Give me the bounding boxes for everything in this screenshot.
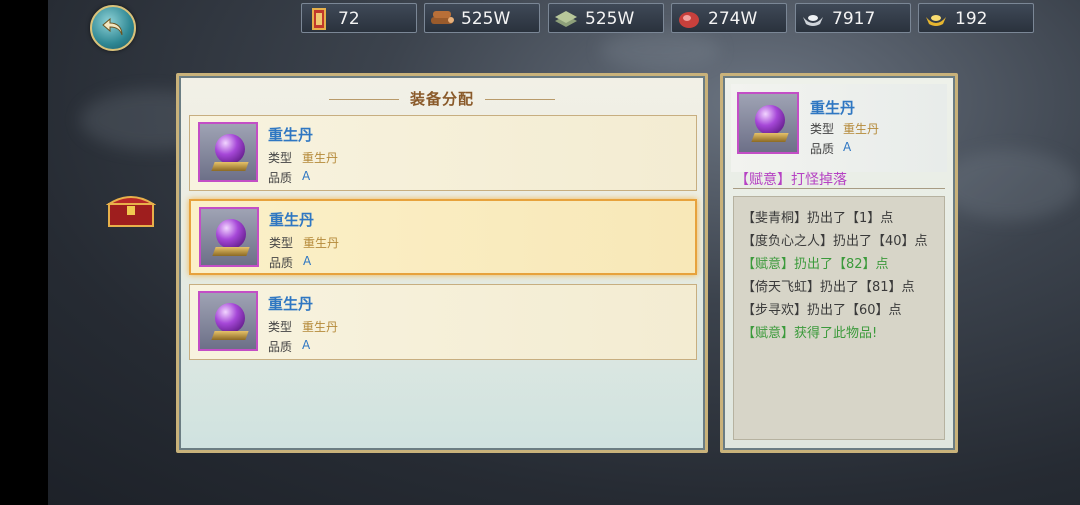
item-name: 重生丹 <box>268 126 314 144</box>
detail-item-name: 重生丹 <box>810 99 856 117</box>
equipment-allocation-panel: 装备分配 重生丹 类型 重生丹 品质 A 重生丹 类型 重生丹 品质 A 重生丹… <box>176 73 708 453</box>
item-name: 重生丹 <box>268 295 314 313</box>
resource-value: 525W <box>461 9 511 29</box>
back-arrow-icon <box>102 17 123 36</box>
resource-stone: 525W <box>548 3 664 33</box>
detail-type-label: 类型 <box>810 122 835 136</box>
roll-log-line: 【步寻欢】扔出了【60】点 <box>742 303 902 318</box>
resource-value: 72 <box>338 9 360 29</box>
resource-value: 7917 <box>832 9 876 29</box>
item-quality-value: A <box>302 338 311 352</box>
detail-quality-value: A <box>843 140 852 154</box>
resource-silver: 7917 <box>795 3 911 33</box>
item-quality-label: 品质 <box>268 340 293 354</box>
resource-value: 192 <box>955 9 988 29</box>
item-type-label: 类型 <box>269 236 294 250</box>
back-button[interactable] <box>90 5 136 51</box>
resource-meat: 274W <box>671 3 787 33</box>
left-black-bar <box>0 0 48 505</box>
roll-log-line: 【倚天飞虹】扔出了【81】点 <box>742 280 915 295</box>
roll-log-line: 【赋意】扔出了【82】点 <box>742 257 889 272</box>
item-type-value: 重生丹 <box>302 320 339 334</box>
item-quality-value: A <box>303 254 312 268</box>
stone-icon <box>555 11 577 27</box>
item-quality-value: A <box>302 169 311 183</box>
item-type-label: 类型 <box>268 320 293 334</box>
gold-ingot-icon <box>926 15 946 26</box>
cloud-decoration <box>600 30 720 70</box>
resource-scroll: 72 <box>301 3 417 33</box>
meat-icon <box>679 12 699 28</box>
rebirth-pill-icon <box>737 92 799 154</box>
item-type-label: 类型 <box>268 151 293 165</box>
panel-title: 装备分配 <box>409 90 474 108</box>
scroll-icon <box>312 8 326 30</box>
item-row[interactable]: 重生丹 类型 重生丹 品质 A <box>189 284 697 360</box>
resource-wood: 525W <box>424 3 540 33</box>
roll-log-line: 【度负心之人】扔出了【40】点 <box>742 234 928 249</box>
silver-ingot-icon <box>803 15 823 26</box>
detail-quality-label: 品质 <box>810 142 835 156</box>
item-quality-label: 品质 <box>268 171 293 185</box>
rebirth-pill-icon <box>199 207 259 267</box>
detail-type-value: 重生丹 <box>843 122 880 136</box>
divider <box>733 188 945 189</box>
wood-icon <box>431 11 454 24</box>
roll-log-line: 【赋意】获得了此物品! <box>742 326 878 341</box>
item-row[interactable]: 重生丹 类型 重生丹 品质 A <box>189 115 697 191</box>
roll-log-line: 【斐青桐】扔出了【1】点 <box>742 211 894 226</box>
item-type-value: 重生丹 <box>302 151 339 165</box>
rebirth-pill-icon <box>198 122 258 182</box>
resource-value: 525W <box>585 9 635 29</box>
roll-log[interactable]: 【斐青桐】扔出了【1】点 【度负心之人】扔出了【40】点 【赋意】扔出了【82】… <box>733 196 945 440</box>
item-quality-label: 品质 <box>269 256 294 270</box>
resource-gold: 192 <box>918 3 1034 33</box>
item-name: 重生丹 <box>269 211 315 229</box>
item-type-value: 重生丹 <box>303 236 340 250</box>
cloud-decoration <box>940 150 1080 220</box>
item-detail-panel: 重生丹 类型 重生丹 品质 A 【赋意】打怪掉落 【斐青桐】扔出了【1】点 【度… <box>720 73 958 453</box>
rebirth-pill-icon <box>198 291 258 351</box>
item-row-selected[interactable]: 重生丹 类型 重生丹 品质 A <box>189 199 697 275</box>
treasure-chest-icon[interactable] <box>106 190 156 230</box>
drop-source: 【赋意】打怪掉落 <box>735 172 847 188</box>
resource-value: 274W <box>708 9 758 29</box>
